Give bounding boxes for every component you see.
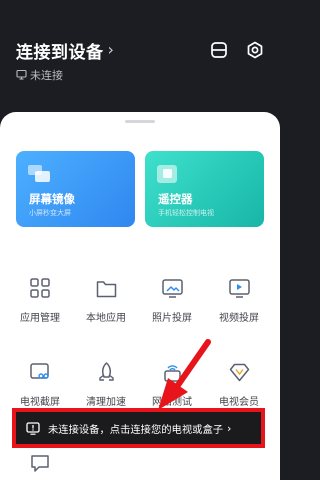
grid-item-network-test[interactable]: 网络测试 xyxy=(142,360,202,408)
screen-mirror-card[interactable]: 屏幕镜像 小屏秒变大屏 xyxy=(16,151,135,227)
grid-item-clean-speedup[interactable]: 清理加速 xyxy=(76,360,136,408)
tv-outline-icon xyxy=(16,65,27,84)
connect-device-title-row[interactable]: 连接到设备 › xyxy=(16,38,114,63)
settings-gear-icon[interactable] xyxy=(245,40,265,60)
chevron-right-icon[interactable]: › xyxy=(108,40,114,59)
card-title: 屏幕镜像 xyxy=(29,192,75,206)
drag-handle[interactable] xyxy=(125,120,155,123)
photo-cast-icon xyxy=(160,276,184,300)
grid-item-tv-screenshot[interactable]: 电视截屏 xyxy=(10,360,70,408)
grid-label: 电视截屏 xyxy=(20,397,60,408)
scan-icon[interactable] xyxy=(209,40,229,60)
remote-control-icon xyxy=(157,165,177,183)
grid-item-photo-cast[interactable]: 照片投屏 xyxy=(142,276,202,324)
screen-mirror-icon xyxy=(28,165,50,182)
tv-alert-icon xyxy=(26,421,40,435)
card-subtitle: 手机轻松控制电视 xyxy=(158,209,214,217)
network-signal-icon xyxy=(160,360,184,384)
chevron-right-icon: › xyxy=(227,421,232,435)
page-title[interactable]: 连接到设备 xyxy=(16,38,104,63)
grid-label: 清理加速 xyxy=(86,397,126,408)
connect-prompt-banner[interactable]: 未连接设备，点击连接您的电视或盒子 › xyxy=(12,408,265,448)
status-text: 未连接 xyxy=(30,68,63,82)
grid-label: 本地应用 xyxy=(86,313,126,324)
grid-item-app-management[interactable]: 应用管理 xyxy=(10,276,70,324)
grid-label: 视频投屏 xyxy=(219,313,259,324)
header: 连接到设备 › 未连接 xyxy=(0,0,280,120)
grid-item-local-apps[interactable]: 本地应用 xyxy=(76,276,136,324)
app-grid-icon xyxy=(28,276,52,300)
rocket-icon xyxy=(94,360,118,384)
grid-item-tv-membership[interactable]: 电视会员 xyxy=(209,360,269,408)
grid-label: 照片投屏 xyxy=(152,313,192,324)
message-icon[interactable] xyxy=(28,452,52,476)
screenshot-scissors-icon xyxy=(28,360,52,384)
card-subtitle: 小屏秒变大屏 xyxy=(29,209,71,217)
diamond-icon xyxy=(227,360,251,384)
remote-control-card[interactable]: 遥控器 手机轻松控制电视 xyxy=(145,151,264,227)
connection-status: 未连接 xyxy=(16,65,63,84)
grid-item-video-cast[interactable]: 视频投屏 xyxy=(209,276,269,324)
grid-label: 应用管理 xyxy=(20,313,60,324)
grid-label: 网络测试 xyxy=(152,397,192,408)
video-cast-icon xyxy=(227,276,251,300)
connect-prompt-text: 未连接设备，点击连接您的电视或盒子 xyxy=(48,423,224,436)
grid-label: 电视会员 xyxy=(219,397,259,408)
card-title: 遥控器 xyxy=(158,192,193,206)
folder-icon xyxy=(94,276,118,300)
